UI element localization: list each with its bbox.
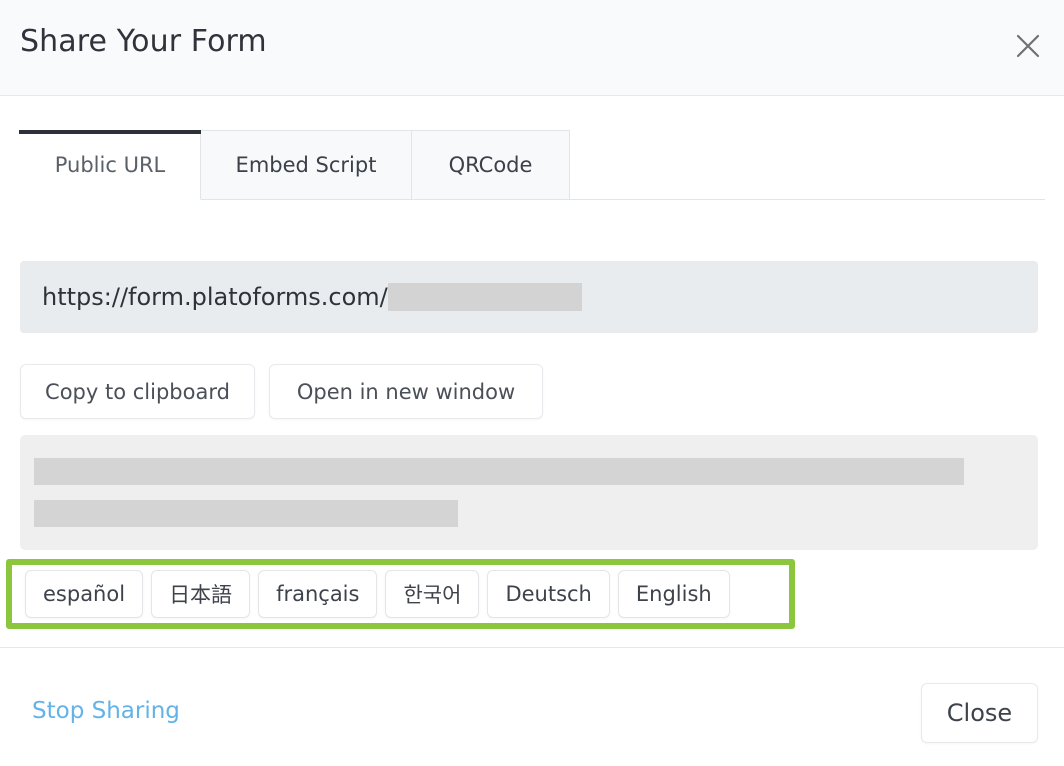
tab-embed-script-label: Embed Script <box>236 153 377 177</box>
close-icon[interactable] <box>1008 26 1048 66</box>
open-in-new-window-button[interactable]: Open in new window <box>269 364 543 419</box>
close-button[interactable]: Close <box>921 683 1038 743</box>
language-button-espanol[interactable]: español <box>25 570 143 618</box>
footer-divider <box>0 647 1064 648</box>
language-button-deutsch[interactable]: Deutsch <box>487 570 609 618</box>
tab-qrcode-label: QRCode <box>449 153 533 177</box>
tab-qrcode[interactable]: QRCode <box>412 130 570 200</box>
language-selector-highlight: español 日本語 français 한국어 Deutsch English <box>6 559 795 629</box>
copy-to-clipboard-button[interactable]: Copy to clipboard <box>20 364 255 419</box>
redacted-bar-2 <box>34 500 458 527</box>
public-url-redaction-block <box>388 283 582 311</box>
page-title: Share Your Form <box>20 24 267 59</box>
stop-sharing-link[interactable]: Stop Sharing <box>32 698 180 724</box>
tab-bar: Public URL Embed Script QRCode <box>0 130 1064 200</box>
language-button-francais[interactable]: français <box>258 570 377 618</box>
language-button-korean[interactable]: 한국어 <box>385 570 479 618</box>
public-url-field[interactable]: https://form.platoforms.com/ <box>20 261 1038 333</box>
dialog-header: Share Your Form <box>0 0 1064 96</box>
tab-embed-script[interactable]: Embed Script <box>201 130 412 200</box>
language-button-english[interactable]: English <box>618 570 730 618</box>
tab-public-url[interactable]: Public URL <box>20 130 201 200</box>
language-button-japanese[interactable]: 日本語 <box>151 570 250 618</box>
tab-bar-left-gutter <box>0 130 20 200</box>
tab-public-url-label: Public URL <box>55 153 166 177</box>
embed-preview-panel <box>20 435 1038 550</box>
public-url-text: https://form.platoforms.com/ <box>42 283 388 311</box>
share-form-dialog: Share Your Form Public URL Embed Script … <box>0 0 1064 766</box>
redacted-bar-1 <box>34 458 964 485</box>
language-selector: español 日本語 français 한국어 Deutsch English <box>12 565 730 623</box>
